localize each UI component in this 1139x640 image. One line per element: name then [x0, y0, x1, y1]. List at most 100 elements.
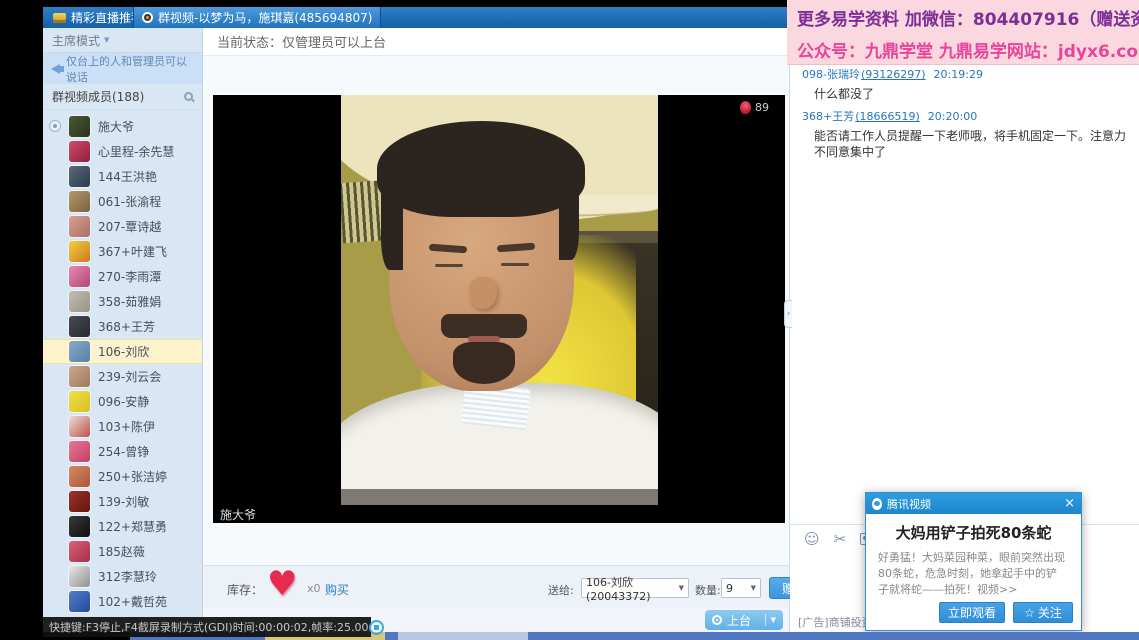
taskbar-item[interactable]: [398, 632, 528, 640]
video-feed: [341, 95, 658, 505]
chat-collapse-handle[interactable]: ›: [784, 300, 792, 328]
member-avatar: [69, 466, 90, 487]
member-name: 139-刘敏: [98, 493, 149, 510]
speak-permission-text: 仅台上的人和管理员可以说话: [66, 53, 194, 85]
member-name: 096-安静: [98, 393, 149, 410]
member-avatar: [69, 341, 90, 362]
scene-person-hair: [377, 121, 585, 217]
member-row[interactable]: 270-李雨潭: [43, 264, 202, 289]
rose-icon: [740, 101, 751, 114]
watch-now-button[interactable]: 立即观看: [939, 602, 1005, 623]
member-avatar: [69, 416, 90, 437]
close-icon[interactable]: ×: [1064, 497, 1075, 510]
member-row[interactable]: 312李慧玲: [43, 564, 202, 589]
member-avatar: [69, 591, 90, 612]
member-name: 185赵薇: [98, 543, 145, 560]
member-name: 358-茹雅娟: [98, 293, 161, 310]
popup-actions: 立即观看 ☆ 关注: [939, 602, 1073, 623]
member-row[interactable]: 103+陈伊: [43, 414, 202, 439]
megaphone-icon: [51, 64, 60, 74]
member-avatar: [69, 141, 90, 162]
stage-mic-icon: [712, 615, 722, 625]
member-avatar: [69, 316, 90, 337]
heart-gift-icon[interactable]: ♥: [267, 564, 297, 604]
member-name: 102+戴哲苑: [98, 593, 167, 610]
scene-person-nose: [469, 277, 497, 309]
follow-button-label: 关注: [1038, 604, 1062, 621]
member-name: 207-覃诗越: [98, 218, 161, 235]
go-on-stage-button[interactable]: 上台 ▼: [705, 610, 783, 630]
scene-person-hair-left: [381, 190, 403, 270]
scene-person-goatee: [453, 342, 515, 384]
member-row[interactable]: 250+张洁婷: [43, 464, 202, 489]
tab-group-video[interactable]: 群视频-以梦为马，施琪嘉(485694807): [133, 7, 381, 28]
screenshot-scissors-icon[interactable]: ✂: [834, 530, 847, 548]
stage-status-text: 当前状态：仅管理员可以上台: [217, 32, 386, 51]
chat-sender-id-link[interactable]: (18666519): [855, 110, 920, 123]
webcam-icon: [142, 12, 153, 23]
send-to-label: 送给:: [548, 582, 574, 598]
member-row[interactable]: 207-覃诗越: [43, 214, 202, 239]
member-row[interactable]: 368+王芳: [43, 314, 202, 339]
member-name: 122+郑慧勇: [98, 518, 167, 535]
member-sidebar: 主席模式 ▼ 仅台上的人和管理员可以说话 群视频成员(188) 施大爷心里程-余…: [43, 28, 203, 632]
recorder-time: 时间:00:00:02,帧率:25.00: [233, 619, 369, 635]
chevron-down-icon: ▼: [751, 584, 756, 592]
quantity-value: 9: [726, 582, 733, 595]
member-row[interactable]: 239-刘云会: [43, 364, 202, 389]
popup-header[interactable]: 腾讯视频 ×: [866, 493, 1081, 514]
member-list: 施大爷心里程-余先慧144王洪艳061-张渝程 207-覃诗越 367+叶建飞 270…: [43, 112, 202, 632]
members-header: 群视频成员(188): [43, 84, 202, 110]
stop-recording-button[interactable]: [369, 620, 384, 635]
recorder-method: 录制方式(GDI): [160, 619, 233, 635]
member-row[interactable]: 106-刘欣: [43, 339, 202, 364]
chair-mode-dropdown[interactable]: 主席模式 ▼: [43, 28, 202, 53]
member-row[interactable]: 139-刘敏: [43, 489, 202, 514]
search-icon[interactable]: [184, 92, 193, 101]
popup-app-name: 腾讯视频: [887, 496, 931, 512]
stage-button-label: 上台: [727, 612, 751, 629]
chat-sender-id-link[interactable]: (93126297): [861, 68, 926, 81]
window-titlebar[interactable]: 精彩直播推荐 群视频-以梦为马，施琪嘉(485694807): [43, 7, 787, 28]
scene-person-eye-left: [435, 264, 463, 267]
buy-link[interactable]: 购买: [325, 581, 349, 598]
video-control-strip[interactable]: [341, 489, 658, 505]
send-to-select[interactable]: 106-刘欣(20043372) ▼: [581, 578, 689, 598]
member-avatar: [69, 116, 90, 137]
member-row[interactable]: 144王洪艳: [43, 164, 202, 189]
popup-title[interactable]: 大妈用铲子拍死80条蛇: [866, 522, 1081, 543]
member-row[interactable]: 185赵薇: [43, 539, 202, 564]
screen: 精彩直播推荐 群视频-以梦为马，施琪嘉(485694807) 主席模式 ▼ 仅台…: [0, 0, 1139, 640]
member-row[interactable]: 367+叶建飞: [43, 239, 202, 264]
star-icon: ☆: [1024, 606, 1035, 620]
recorder-hotkeys: 快捷键:F3停止,F4截屏: [49, 619, 160, 635]
member-row[interactable]: 施大爷: [43, 114, 202, 139]
speak-permission-banner: 仅台上的人和管理员可以说话: [43, 53, 202, 84]
stage-status-bar: 当前状态：仅管理员可以上台: [203, 28, 789, 56]
chat-sender-name: 098-张瑞玲: [802, 68, 860, 81]
member-row[interactable]: 254-曾铮: [43, 439, 202, 464]
member-row[interactable]: 096-安静: [43, 389, 202, 414]
member-row[interactable]: 心里程-余先慧: [43, 139, 202, 164]
member-row[interactable]: 122+郑慧勇: [43, 514, 202, 539]
member-row[interactable]: 061-张渝程: [43, 189, 202, 214]
member-avatar: [69, 216, 90, 237]
member-name: 367+叶建飞: [98, 243, 167, 260]
follow-button[interactable]: ☆ 关注: [1013, 602, 1073, 623]
member-name: 施大爷: [98, 118, 134, 135]
member-avatar: [69, 491, 90, 512]
live-recommend-icon: [53, 13, 66, 23]
member-avatar: [69, 391, 90, 412]
member-row[interactable]: 102+戴哲苑: [43, 589, 202, 614]
member-name: 270-李雨潭: [98, 268, 161, 285]
chat-message-list: 098-张瑞玲(93126297)20:19:29什么都没了368+王芳(186…: [802, 62, 1131, 166]
scene-person-hair-right: [559, 190, 579, 260]
member-row[interactable]: 358-茹雅娟: [43, 289, 202, 314]
screen-recorder-bar: 快捷键:F3停止,F4截屏 录制方式(GDI) 时间:00:00:02,帧率:2…: [43, 617, 371, 637]
emoji-icon[interactable]: ☺: [804, 530, 820, 548]
quantity-select[interactable]: 9 ▼: [721, 578, 761, 598]
chevron-down-icon: ▼: [679, 584, 684, 592]
popup-body-text: 好勇猛！大妈菜园种菜，眼前突然出现80条蛇，危急时刻，她拿起手中的铲子就将蛇——…: [878, 550, 1067, 598]
member-name: 239-刘云会: [98, 368, 161, 385]
promo-banner-line1: 更多易学资料 加微信：804407916（赠送资料）: [797, 5, 1139, 30]
